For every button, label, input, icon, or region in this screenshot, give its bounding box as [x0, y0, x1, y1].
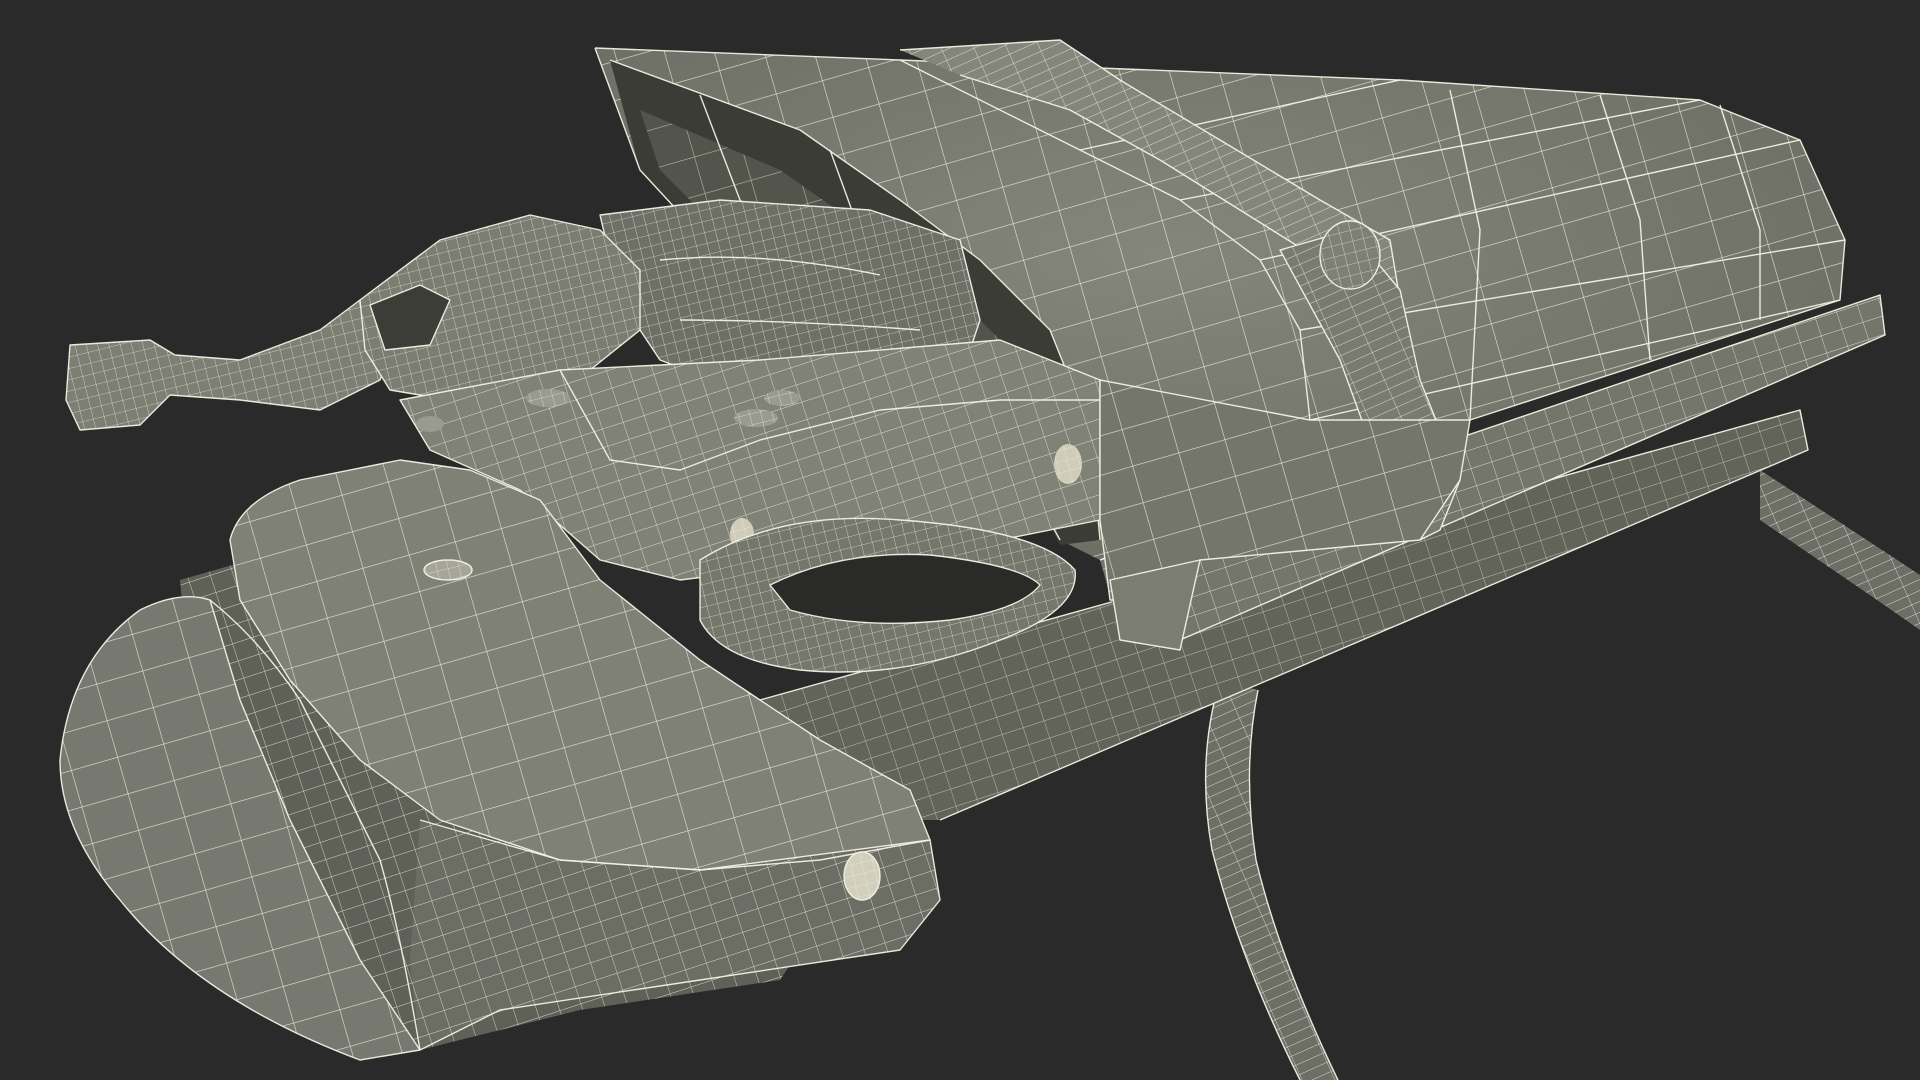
revolver-holster-wireframe-render	[59, 39, 1920, 1080]
3d-viewport[interactable]	[0, 0, 1920, 1080]
revolver-hammer	[65, 299, 401, 431]
